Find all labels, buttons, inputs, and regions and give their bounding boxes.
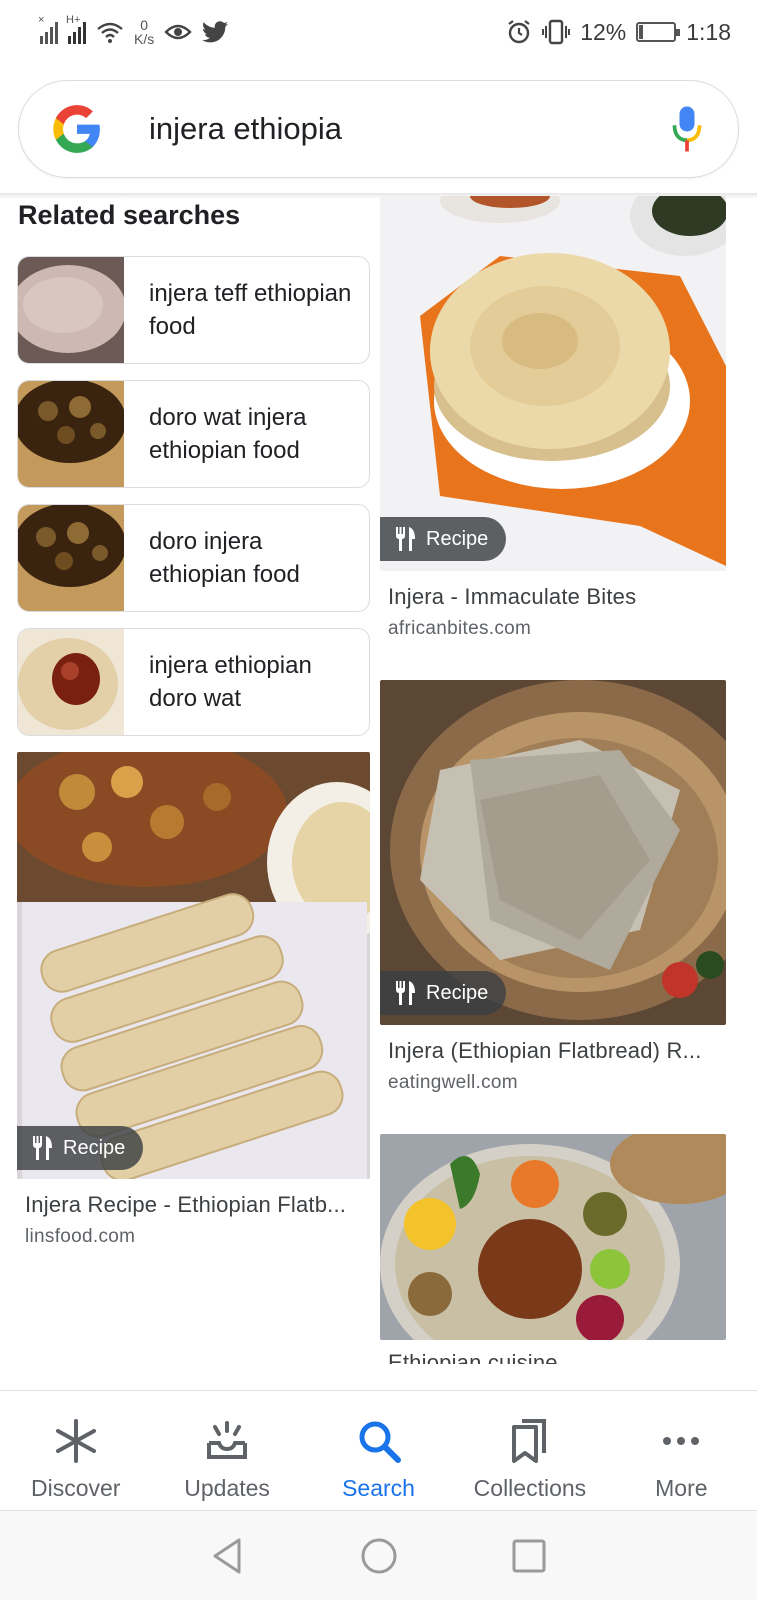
result-image (380, 196, 726, 571)
result-title[interactable]: Injera (Ethiopian Flatbread) R... (388, 1038, 723, 1064)
recipe-icon (396, 527, 415, 551)
nav-more[interactable]: More (606, 1391, 757, 1510)
related-search-item[interactable]: injera teff ethiopian food (17, 256, 370, 364)
nav-updates-label: Updates (184, 1475, 270, 1501)
status-bar: × H+ 0 K/s 12% 1:18 (0, 0, 757, 64)
search-query[interactable]: injera ethiopia (149, 111, 672, 147)
collections-icon (511, 1419, 546, 1463)
wifi-icon (97, 22, 123, 43)
recipe-badge-label: Recipe (426, 981, 489, 1004)
eye-icon (164, 24, 192, 40)
nav-search[interactable]: Search (303, 1391, 454, 1510)
status-right: 12% 1:18 (506, 19, 731, 46)
result-source: linsfood.com (25, 1226, 136, 1247)
related-thumb-image (18, 505, 124, 611)
asterisk-icon (55, 1419, 96, 1463)
nav-discover-label: Discover (30, 1475, 121, 1501)
related-searches-title: Related searches (18, 200, 241, 230)
alarm-icon (508, 20, 530, 44)
related-search-item[interactable]: doro wat injera ethiopian food (17, 380, 370, 488)
network-badge: H+ (66, 14, 81, 26)
recipe-badge: Recipe (380, 517, 507, 561)
home-icon[interactable] (359, 1536, 399, 1576)
clock: 1:18 (686, 18, 731, 45)
related-thumb-image (18, 629, 124, 735)
result-title[interactable]: Ethiopian cuisine (388, 1350, 723, 1364)
result-image (17, 752, 370, 1179)
related-thumb-image (18, 257, 124, 363)
battery-icon (636, 22, 681, 42)
related-search-label: doro injera ethiopian food (149, 528, 300, 588)
result-image-card[interactable]: Recipe (380, 196, 726, 571)
recents-icon[interactable] (509, 1536, 549, 1576)
result-source: eatingwell.com (388, 1072, 518, 1093)
more-icon (663, 1437, 700, 1445)
battery-level (639, 25, 644, 39)
nav-updates[interactable]: Updates (151, 1391, 302, 1510)
search-icon (359, 1421, 401, 1463)
related-search-label: injera ethiopian doro wat (149, 652, 312, 712)
related-search-label: doro wat injera ethiopian food (149, 404, 307, 464)
result-title[interactable]: Injera - Immaculate Bites (388, 584, 723, 610)
recipe-badge: Recipe (380, 971, 507, 1015)
recipe-icon (33, 1136, 52, 1160)
recipe-badge: Recipe (17, 1126, 144, 1170)
related-search-item[interactable]: injera ethiopian doro wat (17, 628, 370, 736)
signal-no-sim-icon: × (38, 14, 58, 44)
twitter-icon (202, 21, 229, 43)
google-logo (53, 105, 100, 153)
network-speed: 0 K/s (134, 18, 154, 46)
result-image-card[interactable]: Recipe (17, 752, 370, 1179)
battery-percent: 12% (580, 18, 627, 45)
result-source: africanbites.com (388, 618, 532, 639)
status-left: × H+ 0 K/s (38, 14, 229, 46)
nav-discover[interactable]: Discover (0, 1391, 151, 1510)
nav-more-label: More (655, 1475, 708, 1501)
recipe-badge-label: Recipe (426, 527, 489, 550)
result-image-card[interactable] (380, 1134, 726, 1340)
search-bar[interactable]: injera ethiopia (18, 80, 739, 178)
related-thumb-image (18, 381, 124, 487)
nav-search-label: Search (342, 1475, 415, 1501)
result-title[interactable]: Injera Recipe - Ethiopian Flatb... (25, 1192, 360, 1218)
updates-icon (207, 1421, 248, 1459)
signal-icon: H+ (66, 14, 86, 44)
nav-collections-label: Collections (473, 1475, 587, 1501)
speed-unit: K/s (134, 31, 155, 47)
recipe-badge-label: Recipe (63, 1136, 126, 1159)
bottom-nav: Discover Updates Search Collections More (0, 1390, 757, 1510)
recipe-icon (396, 981, 415, 1005)
related-search-label: injera teff ethiopian food (149, 280, 352, 340)
result-image (380, 1134, 726, 1340)
back-icon[interactable] (209, 1536, 249, 1576)
vibrate-icon (542, 19, 571, 45)
mic-icon[interactable] (672, 106, 702, 152)
system-nav-bar (0, 1510, 757, 1600)
related-search-item[interactable]: doro injera ethiopian food (17, 504, 370, 612)
result-image-card[interactable]: Recipe (380, 680, 726, 1025)
nav-collections[interactable]: Collections (454, 1391, 605, 1510)
